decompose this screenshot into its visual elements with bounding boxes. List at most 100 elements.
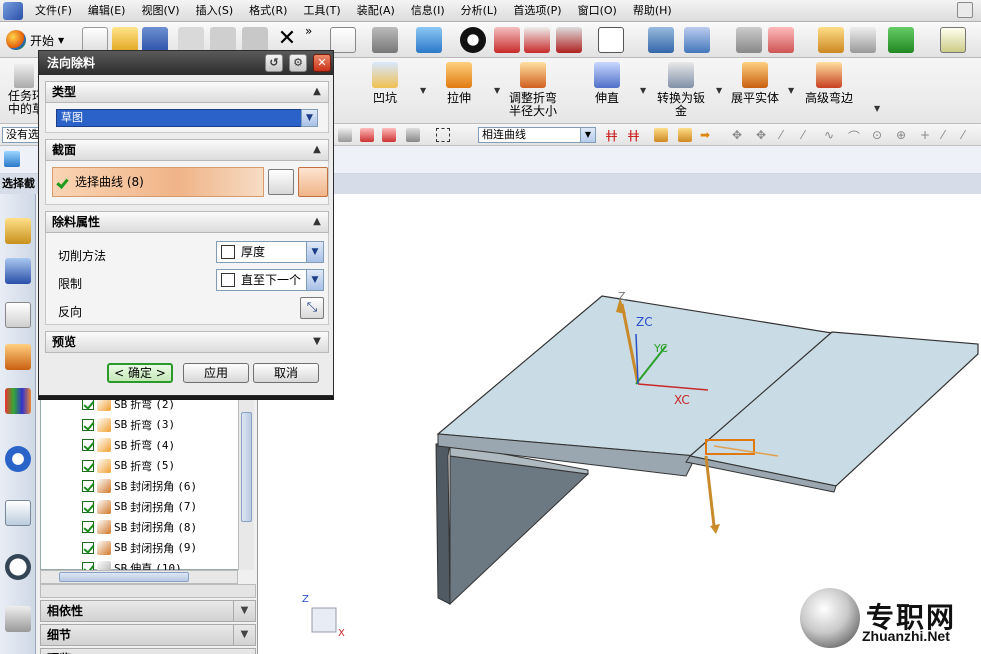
- reverse-direction-button[interactable]: ⤡: [300, 297, 324, 319]
- menu-help[interactable]: 帮助(H): [625, 1, 680, 21]
- chevron-down-icon[interactable]: ▼: [874, 104, 880, 113]
- group-preview-header[interactable]: 预览 ▼: [45, 331, 329, 353]
- menu-view[interactable]: 视图(V): [133, 1, 187, 21]
- web-browser-icon[interactable]: [5, 446, 31, 472]
- menu-edit[interactable]: 编辑(E): [80, 1, 134, 21]
- tree-row[interactable]: SB 折弯 (2): [82, 394, 175, 414]
- tree-row[interactable]: SB 封闭拐角 (9): [82, 538, 197, 558]
- group-section-header[interactable]: 截面 ▲: [45, 139, 329, 161]
- tree-vertical-scrollbar[interactable]: [238, 392, 254, 570]
- reuse-library-icon[interactable]: [5, 344, 31, 370]
- part-navigator-icon[interactable]: [5, 302, 31, 328]
- play-icon[interactable]: [888, 27, 914, 53]
- constraint-navigator-icon[interactable]: [5, 258, 31, 284]
- snap-mid-icon[interactable]: ✥: [756, 128, 770, 142]
- ribbon-flat-solid[interactable]: 展平实体: [720, 62, 790, 105]
- snap-point-icon[interactable]: [360, 128, 374, 142]
- render-style-icon[interactable]: [460, 27, 486, 53]
- visibility-checkbox[interactable]: [82, 459, 94, 472]
- undo-list-icon[interactable]: [850, 27, 876, 53]
- cancel-button[interactable]: 取消: [253, 363, 319, 383]
- clock-icon[interactable]: [5, 554, 31, 580]
- ruler-icon[interactable]: [940, 27, 966, 53]
- assembly-navigator-icon[interactable]: [5, 218, 31, 244]
- snap-existing-icon[interactable]: +: [920, 128, 934, 142]
- tree-row[interactable]: SB 封闭拐角 (8): [82, 517, 197, 537]
- tree-row[interactable]: SB 封闭拐角 (7): [82, 497, 197, 517]
- snap-on-curve-icon[interactable]: ⁄: [962, 128, 976, 142]
- section-dependencies[interactable]: 相依性 ▼: [40, 600, 256, 622]
- snap-line-icon[interactable]: ⁄: [780, 128, 794, 142]
- type-select[interactable]: 草图 ▼: [56, 109, 318, 127]
- move-component-icon[interactable]: [648, 27, 674, 53]
- menu-analysis[interactable]: 分析(L): [453, 1, 506, 21]
- rotate-view-icon[interactable]: [372, 27, 398, 53]
- visibility-checkbox[interactable]: [82, 480, 94, 492]
- panel-splitter[interactable]: [40, 584, 256, 598]
- limit-select[interactable]: 直至下一个 ▼: [216, 269, 324, 291]
- clip-section-icon[interactable]: [524, 27, 550, 53]
- menu-window[interactable]: 窗口(O): [570, 1, 625, 21]
- select-curve-field[interactable]: 选择曲线 (8): [52, 167, 264, 197]
- ribbon-dimple[interactable]: 凹坑: [350, 62, 420, 105]
- path-icon[interactable]: [654, 128, 668, 142]
- filter-icon[interactable]: [406, 128, 420, 142]
- visibility-checkbox[interactable]: [82, 541, 94, 554]
- curve-select-button[interactable]: [298, 167, 328, 197]
- sketch-section-button[interactable]: [268, 169, 294, 195]
- select-feature-icon[interactable]: [338, 128, 352, 142]
- palette-icon[interactable]: [5, 388, 31, 414]
- start-button[interactable]: 开始 ▼: [6, 29, 64, 51]
- ribbon-advanced-flange[interactable]: 高级弯边: [794, 62, 864, 105]
- rectangle-select-icon[interactable]: [436, 128, 450, 142]
- menu-information[interactable]: 信息(I): [403, 1, 453, 21]
- section-view-icon[interactable]: [494, 27, 520, 53]
- dialog-titlebar[interactable]: 法向除料 ↺ ⚙ ✕: [39, 51, 333, 75]
- edit-section-icon[interactable]: [556, 27, 582, 53]
- history-icon[interactable]: [5, 500, 31, 526]
- intersect-icon[interactable]: ǂǂ: [606, 128, 620, 142]
- snap-pole-icon[interactable]: ⁄: [942, 128, 956, 142]
- section-details[interactable]: 细节 ▼: [40, 624, 256, 646]
- close-icon[interactable]: ✕: [313, 54, 331, 72]
- sketch-task-icon[interactable]: [14, 64, 34, 88]
- scroll-thumb[interactable]: [241, 412, 252, 522]
- menu-assembly[interactable]: 装配(A): [349, 1, 403, 21]
- ok-button[interactable]: < 确定 >: [107, 363, 173, 383]
- toolbar-overflow[interactable]: »: [305, 24, 312, 38]
- snap-quadrant-icon[interactable]: ⊕: [896, 128, 910, 142]
- gear-icon[interactable]: ⚙: [289, 54, 307, 72]
- tree-row[interactable]: SB 封闭拐角 (6): [82, 476, 197, 496]
- menu-format[interactable]: 格式(R): [241, 1, 295, 21]
- snap-curve-icon[interactable]: ∿: [824, 128, 838, 142]
- minimize-button[interactable]: [957, 2, 973, 18]
- visibility-checkbox[interactable]: [82, 418, 94, 431]
- tree-horizontal-scrollbar[interactable]: [40, 570, 238, 584]
- reset-icon[interactable]: ↺: [265, 54, 283, 72]
- tree-row[interactable]: SB 折弯 (4): [82, 435, 175, 455]
- ribbon-convert-sheetmetal[interactable]: 转换为钣 金: [646, 62, 716, 118]
- arrow-right-icon[interactable]: ➡: [700, 128, 714, 142]
- path-2-icon[interactable]: [678, 128, 692, 142]
- wcs-icon[interactable]: [768, 27, 794, 53]
- snap-arc-icon[interactable]: ⌒: [848, 128, 862, 144]
- scroll-thumb[interactable]: [59, 572, 189, 582]
- menu-preferences[interactable]: 首选项(P): [505, 1, 569, 21]
- shaded-cube-icon[interactable]: [416, 27, 442, 53]
- roles-icon[interactable]: [5, 606, 31, 632]
- graphics-viewport[interactable]: Z ZC YC XC Z X: [258, 194, 981, 654]
- visibility-checkbox[interactable]: [82, 521, 94, 533]
- visibility-checkbox[interactable]: [82, 500, 94, 513]
- ribbon-unbend[interactable]: 伸直: [572, 62, 642, 105]
- layer-icon[interactable]: [736, 27, 762, 53]
- group-cut-props-header[interactable]: 除料属性 ▲: [45, 211, 329, 233]
- snap-tangent-icon[interactable]: ⁄: [802, 128, 816, 142]
- background-color-icon[interactable]: [598, 27, 624, 53]
- cut-method-select[interactable]: 厚度 ▼: [216, 241, 324, 263]
- curve-rule-combo[interactable]: 相连曲线 ▼: [478, 127, 596, 143]
- menu-file[interactable]: 文件(F): [27, 1, 80, 21]
- visibility-checkbox[interactable]: [82, 398, 94, 410]
- ribbon-extrude[interactable]: 拉伸: [424, 62, 494, 105]
- tree-row[interactable]: SB 折弯 (5): [82, 456, 175, 476]
- menu-tools[interactable]: 工具(T): [295, 1, 348, 21]
